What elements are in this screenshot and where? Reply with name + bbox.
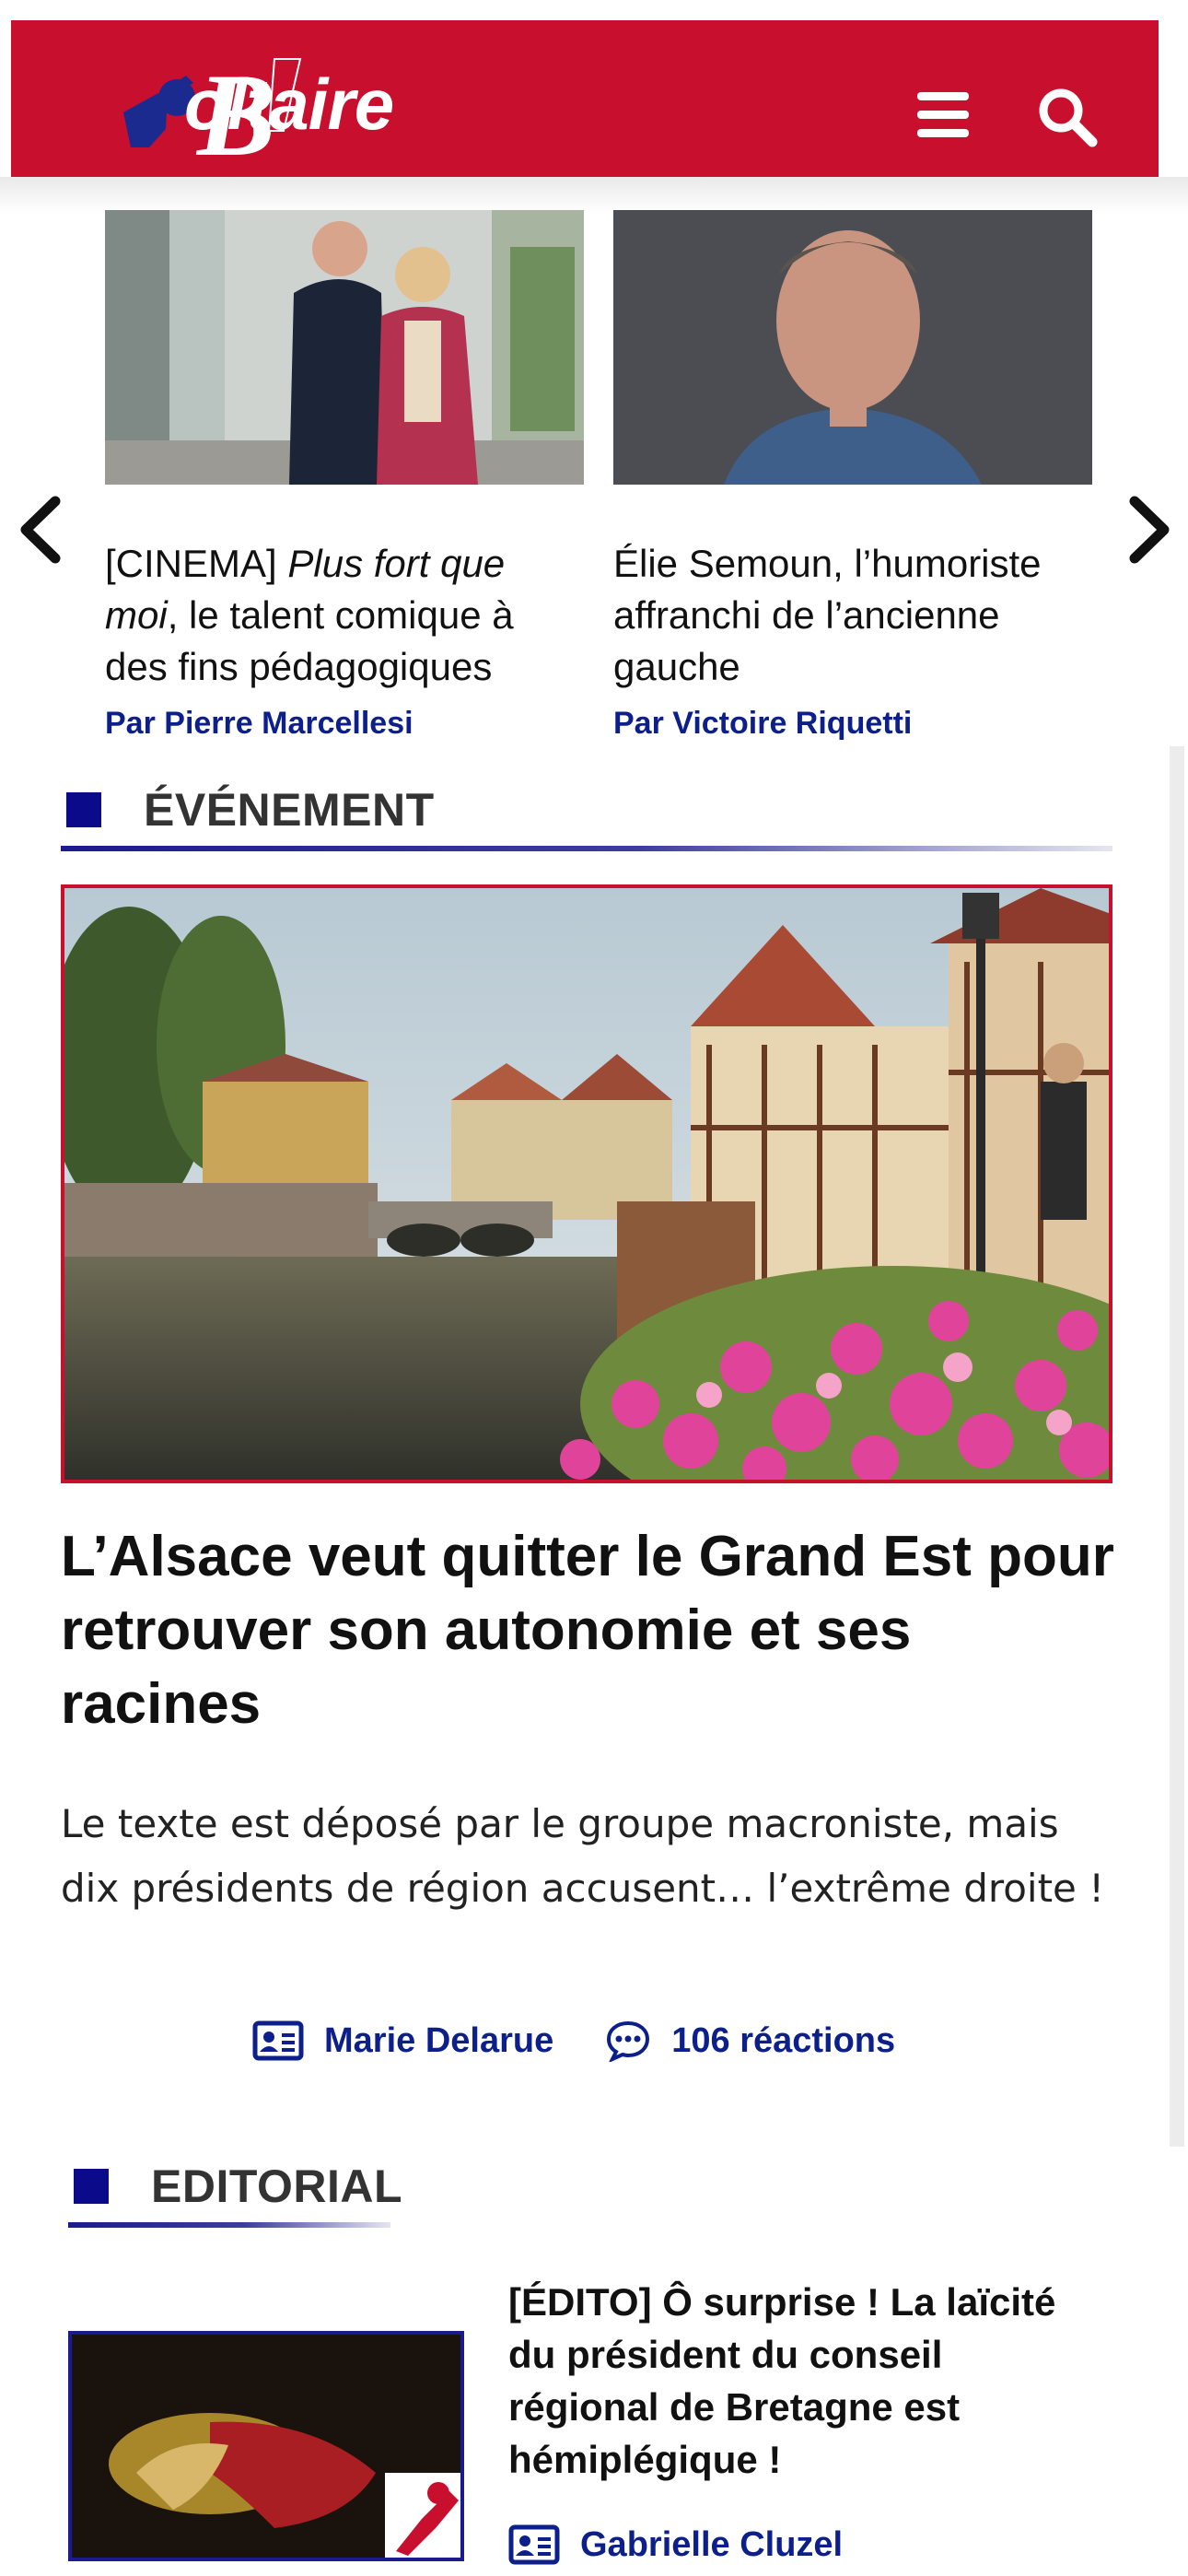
chevron-left-icon bbox=[20, 496, 61, 564]
section-square-icon bbox=[74, 2169, 109, 2204]
section-underline bbox=[68, 2222, 390, 2228]
featured-article-title[interactable]: L’Alsace veut quitter le Grand Est pour … bbox=[61, 1520, 1120, 1741]
section-heading-evenement: ÉVÉNEMENT bbox=[66, 783, 435, 837]
section-square-icon bbox=[66, 792, 101, 827]
carousel-card[interactable]: Élie Semoun, l’humoriste affranchi de l’… bbox=[613, 210, 1092, 742]
comment-bubble-icon bbox=[607, 2020, 650, 2062]
article-author-link[interactable]: Marie Delarue bbox=[324, 2021, 553, 2061]
page-scrollbar[interactable] bbox=[1170, 746, 1184, 2147]
author-card-icon bbox=[508, 2524, 560, 2565]
section-label: EDITORIAL bbox=[151, 2160, 403, 2212]
carousel-card[interactable]: [CINEMA] Plus fort que moi, le talent co… bbox=[105, 210, 584, 742]
hamburger-icon bbox=[917, 92, 969, 137]
featured-article-meta: Marie Delarue 106 réactions bbox=[252, 2020, 895, 2062]
article-author[interactable]: Par Victoire Riquetti bbox=[613, 706, 1092, 742]
header-shadow bbox=[0, 177, 1188, 214]
article-author[interactable]: Par Pierre Marcellesi bbox=[105, 706, 584, 742]
site-header: B oltaire bbox=[11, 20, 1159, 181]
editorial-article-meta: Gabrielle Cluzel bbox=[508, 2524, 843, 2565]
search-icon bbox=[1039, 88, 1098, 147]
article-thumbnail[interactable] bbox=[613, 210, 1092, 485]
article-author-link[interactable]: Gabrielle Cluzel bbox=[580, 2525, 843, 2565]
section-heading-editorial: EDITORIAL bbox=[74, 2160, 402, 2213]
author-card-icon bbox=[252, 2020, 304, 2061]
editorial-article-title[interactable]: [ÉDITO] Ô surprise ! La laïcité du prési… bbox=[508, 2276, 1098, 2486]
search-button[interactable] bbox=[1035, 85, 1100, 149]
menu-button[interactable] bbox=[914, 90, 973, 140]
editorial-thumbnail[interactable] bbox=[68, 2331, 464, 2561]
featured-article-summary: Le texte est déposé par le groupe macron… bbox=[61, 1801, 1105, 1911]
article-thumbnail[interactable] bbox=[105, 210, 584, 485]
carousel-next-button[interactable] bbox=[1122, 488, 1177, 571]
section-underline bbox=[61, 846, 1112, 851]
chevron-right-icon bbox=[1129, 496, 1170, 564]
reactions-link[interactable]: 106 réactions bbox=[671, 2021, 895, 2061]
section-label: ÉVÉNEMENT bbox=[144, 784, 435, 836]
article-title[interactable]: Élie Semoun, l’humoriste affranchi de l’… bbox=[613, 538, 1092, 693]
carousel-prev-button[interactable] bbox=[13, 488, 68, 571]
article-title[interactable]: [CINEMA] Plus fort que moi, le talent co… bbox=[105, 538, 584, 693]
logo-wordmark: oltaire bbox=[184, 64, 394, 145]
featured-article-image[interactable] bbox=[61, 884, 1112, 1483]
